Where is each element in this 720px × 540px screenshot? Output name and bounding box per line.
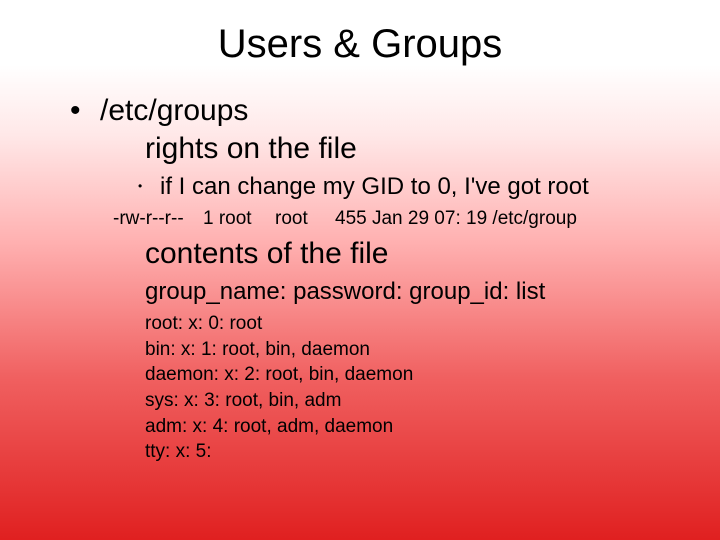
group-entry: bin: x: 1: root, bin, daemon xyxy=(70,337,720,363)
format-line: group_name: password: group_id: list xyxy=(70,276,720,307)
contents-heading: contents of the file xyxy=(70,236,720,272)
main-bullet-text: /etc/groups xyxy=(100,93,248,129)
perm-mode: -rw-r--r-- xyxy=(113,208,203,230)
group-entry: root: x: 0: root xyxy=(70,311,720,337)
sub-bullet-text: if I can change my GID to 0, I've got ro… xyxy=(160,173,589,202)
group-entry: tty: x: 5: xyxy=(70,439,720,465)
slide-content: • /etc/groups rights on the file • if I … xyxy=(0,93,720,465)
perm-group: root xyxy=(275,208,335,230)
group-entry: sys: x: 3: root, bin, adm xyxy=(70,388,720,414)
sub-bullet-row: • if I can change my GID to 0, I've got … xyxy=(70,173,720,202)
slide-title: Users & Groups xyxy=(0,0,720,93)
main-bullet-row: • /etc/groups xyxy=(70,93,720,129)
perm-links-owner: 1 root xyxy=(203,208,275,230)
perm-size-date-path: 455 Jan 29 07: 19 /etc/group xyxy=(335,208,577,230)
group-entry: daemon: x: 2: root, bin, daemon xyxy=(70,362,720,388)
group-entry: adm: x: 4: root, adm, daemon xyxy=(70,414,720,440)
bullet-icon: • xyxy=(70,93,100,129)
bullet-icon: • xyxy=(138,179,160,193)
permissions-line: -rw-r--r-- 1 root root 455 Jan 29 07: 19… xyxy=(70,208,720,230)
rights-heading: rights on the file xyxy=(70,131,720,167)
